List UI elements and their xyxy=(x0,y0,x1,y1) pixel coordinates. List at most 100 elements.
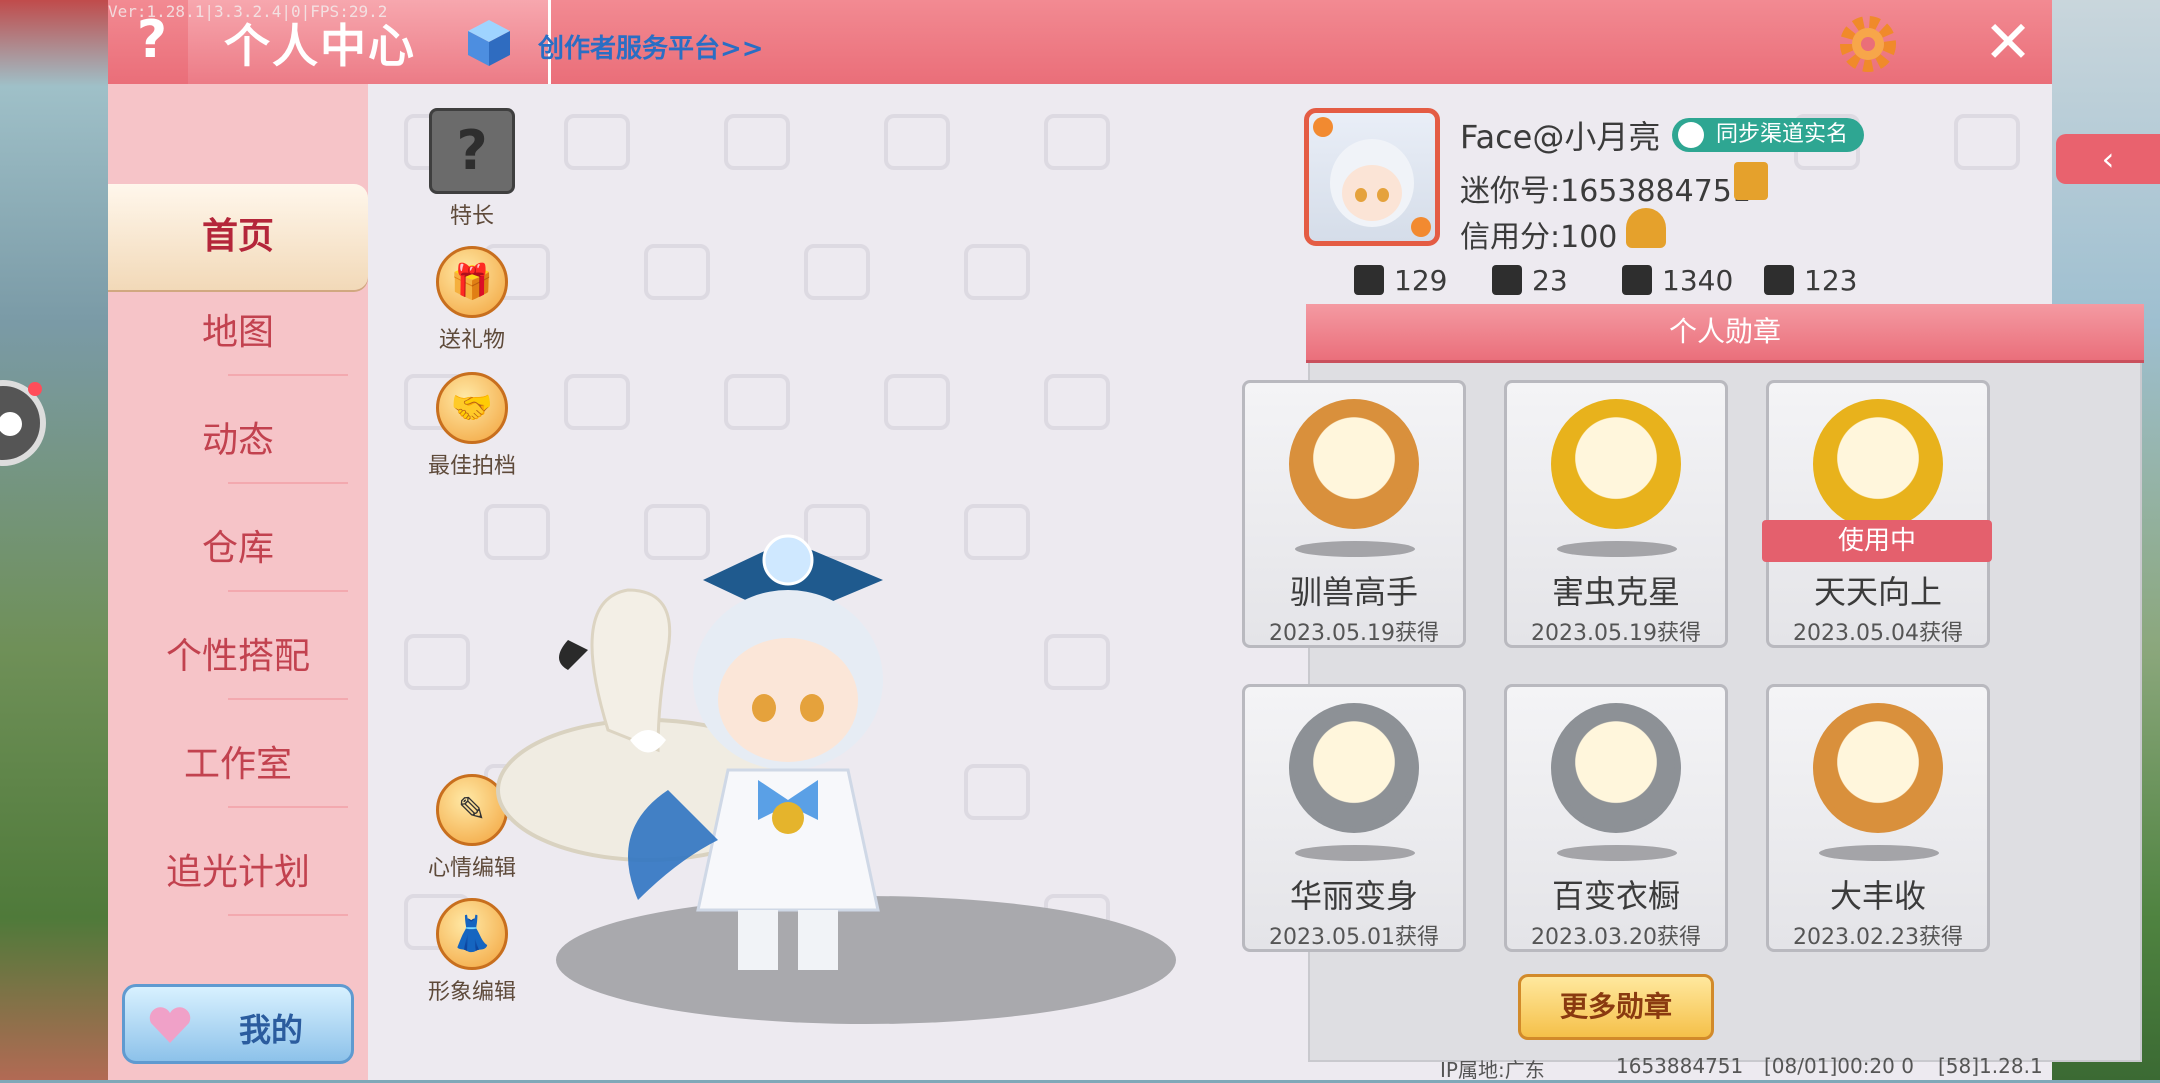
medal-shadow xyxy=(1557,541,1677,557)
stat-plus: 129 xyxy=(1354,264,1447,297)
sidebar-item-outfit[interactable]: 个性搭配 xyxy=(108,604,368,710)
realname-badge[interactable]: 同步渠道实名 xyxy=(1672,118,1865,152)
medal-name: 驯兽高手 xyxy=(1289,573,1418,611)
notification-dot xyxy=(28,382,42,396)
medal-icon xyxy=(1289,399,1419,529)
sidebar-item-chase-light[interactable]: 追光计划 xyxy=(108,820,368,926)
avatar-portrait xyxy=(1313,117,1431,237)
game-background-left xyxy=(0,0,110,1080)
credit-score: 信用分:100 xyxy=(1460,220,1618,255)
medal-shadow xyxy=(1819,845,1939,861)
question-block-icon: ? xyxy=(429,108,515,194)
medal-shadow xyxy=(1295,845,1415,861)
medal-card[interactable]: 大丰收 2023.02.23获得 xyxy=(1766,684,1990,952)
medal-icon xyxy=(1813,703,1943,833)
best-partner-button[interactable]: 🤝 最佳拍档 xyxy=(412,372,532,480)
medal-icon xyxy=(1289,703,1419,833)
top-bar: ? 个人中心 创作者服务平台>> ✕ xyxy=(108,0,2052,87)
medal-name: 天天向上 xyxy=(1813,573,1942,611)
close-icon[interactable]: ✕ xyxy=(1978,12,2038,72)
mine-button-label: 我的 xyxy=(238,1011,303,1049)
sidebar-divider xyxy=(228,590,348,592)
realname-badge-label: 同步渠道实名 xyxy=(1716,122,1849,147)
chevron-left-icon: ‹ xyxy=(2101,140,2115,178)
medal-date: 2023.05.04获得 xyxy=(1793,621,1963,646)
bg-pattern xyxy=(404,634,470,690)
mine-button[interactable]: 我的 xyxy=(122,984,354,1064)
stat-heat-value: 1340 xyxy=(1662,264,1734,297)
medal-icon xyxy=(1551,399,1681,529)
medal-panel-title: 个人勋章 xyxy=(1306,304,2144,363)
bg-pattern xyxy=(644,244,710,300)
medal-icon xyxy=(1813,399,1943,529)
cube-icon xyxy=(468,20,510,66)
medal-shadow xyxy=(1295,541,1415,557)
specialty-button[interactable]: ? 特长 xyxy=(412,108,532,230)
personal-center-panel: ? 个人中心 创作者服务平台>> ✕ 首页 地图 动态 仓库 个性搭配 工作室 … xyxy=(108,0,2144,1082)
bg-pattern xyxy=(1044,374,1110,430)
character-model[interactable] xyxy=(488,480,1108,1040)
send-gift-label: 送礼物 xyxy=(438,328,505,353)
footer-version: [58]1.28.1 xyxy=(1938,1054,2043,1078)
medal-name: 大丰收 xyxy=(1829,877,1926,915)
bg-pattern xyxy=(804,244,870,300)
send-gift-button[interactable]: 🎁 送礼物 xyxy=(412,246,532,354)
medal-date: 2023.02.23获得 xyxy=(1793,925,1963,950)
sidebar-item-studio[interactable]: 工作室 xyxy=(108,712,368,818)
sidebar: 首页 地图 动态 仓库 个性搭配 工作室 追光计划 我的 xyxy=(108,84,368,1080)
stat-likes: 123 xyxy=(1764,264,1857,297)
bg-pattern xyxy=(1954,114,2020,170)
floating-ball-core xyxy=(0,412,22,436)
debug-overlay: Ver:1.28.1|3.3.2.4|0|FPS:29.2 xyxy=(108,2,388,21)
creator-platform-link[interactable]: 创作者服务平台>> xyxy=(538,28,764,65)
copy-icon[interactable] xyxy=(1734,162,1768,200)
credit-person-icon[interactable] xyxy=(1626,208,1666,248)
footer-uid: 1653884751 xyxy=(1616,1054,1744,1078)
plus-box-icon xyxy=(1354,265,1384,295)
medal-card[interactable]: 百变衣橱 2023.03.20获得 xyxy=(1504,684,1728,952)
medal-name: 害虫克星 xyxy=(1551,573,1680,611)
medal-date: 2023.05.19获得 xyxy=(1531,621,1701,646)
avatar[interactable] xyxy=(1304,108,1440,246)
bg-pattern xyxy=(564,114,630,170)
bg-pattern xyxy=(884,114,950,170)
hearts-icon xyxy=(1764,265,1794,295)
sidebar-item-map[interactable]: 地图 xyxy=(108,280,368,386)
handshake-icon: 🤝 xyxy=(436,372,508,444)
footer-ip: IP属地:广东 xyxy=(1440,1058,1545,1082)
sidebar-divider xyxy=(228,806,348,808)
gift-icon: 🎁 xyxy=(436,246,508,318)
footer-time: [08/01]00:20 0 xyxy=(1764,1054,1914,1078)
sidebar-item-feed[interactable]: 动态 xyxy=(108,388,368,494)
stat-plus-value: 129 xyxy=(1394,264,1448,297)
medal-date: 2023.03.20获得 xyxy=(1531,925,1701,950)
right-expand-tab[interactable]: ‹ xyxy=(2056,134,2160,184)
bg-pattern xyxy=(884,374,950,430)
bg-pattern xyxy=(1044,114,1110,170)
medal-card[interactable]: 天天向上 2023.05.04获得 xyxy=(1766,380,1990,648)
in-use-badge: 使用中 xyxy=(1762,520,1992,562)
medal-date: 2023.05.01获得 xyxy=(1269,925,1439,950)
medal-name: 华丽变身 xyxy=(1289,877,1418,915)
sidebar-item-warehouse[interactable]: 仓库 xyxy=(108,496,368,602)
specialty-label: 特长 xyxy=(449,204,494,229)
more-medals-button[interactable]: 更多勋章 xyxy=(1518,974,1714,1040)
fans-icon xyxy=(1492,265,1522,295)
bg-pattern xyxy=(724,114,790,170)
sidebar-divider xyxy=(228,482,348,484)
medal-date: 2023.05.19获得 xyxy=(1269,621,1439,646)
player-name: Face@小月亮 xyxy=(1460,118,1661,156)
medal-card[interactable]: 驯兽高手 2023.05.19获得 xyxy=(1242,380,1466,648)
flame-icon xyxy=(1622,265,1652,295)
medal-card[interactable]: 华丽变身 2023.05.01获得 xyxy=(1242,684,1466,952)
sidebar-item-home[interactable]: 首页 xyxy=(108,184,368,290)
mini-id: 迷你号:1653884751 xyxy=(1460,174,1751,209)
gear-icon[interactable] xyxy=(1836,12,1900,76)
medal-name: 百变衣橱 xyxy=(1551,877,1680,915)
stat-fans-value: 23 xyxy=(1532,264,1568,297)
medal-card[interactable]: 害虫克星 2023.05.19获得 xyxy=(1504,380,1728,648)
bg-pattern xyxy=(564,374,630,430)
stat-fans: 23 xyxy=(1492,264,1568,297)
bg-pattern xyxy=(964,244,1030,300)
user-check-icon xyxy=(1678,122,1704,148)
